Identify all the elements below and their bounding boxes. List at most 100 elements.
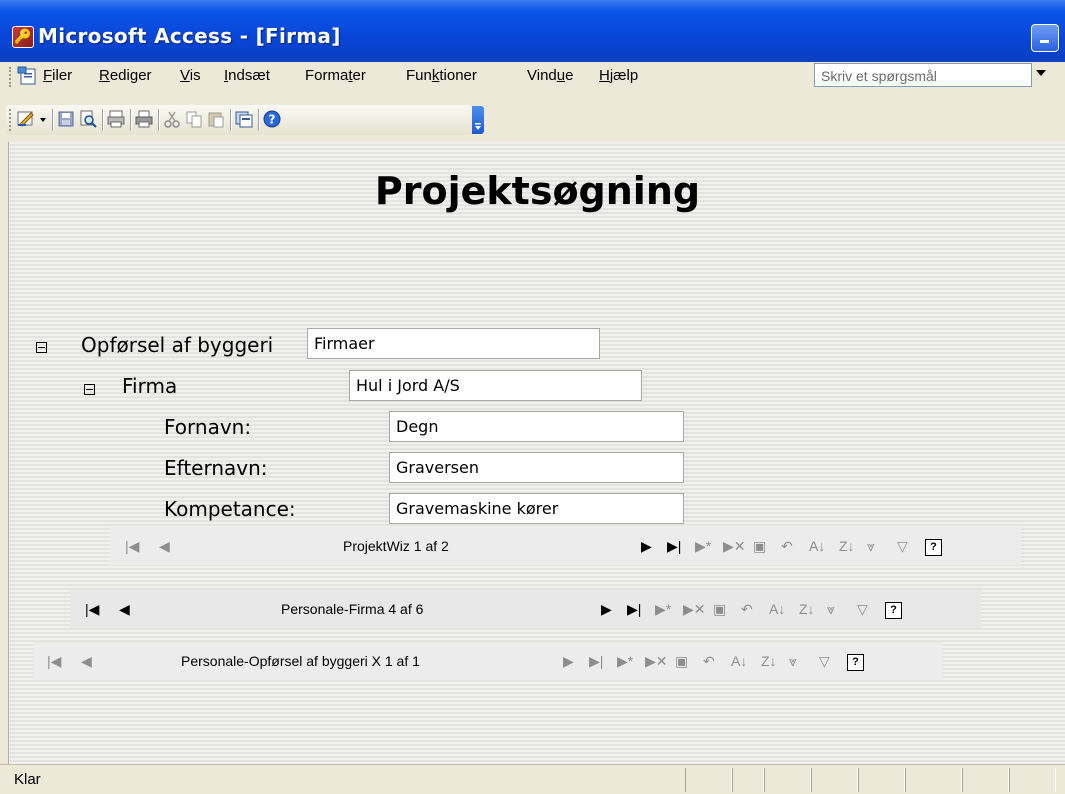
menu-vis[interactable]: Vis	[180, 67, 201, 84]
toolbar-grip[interactable]	[9, 109, 14, 131]
cut-icon[interactable]	[162, 109, 182, 129]
group-label: Opførsel af byggeri	[81, 333, 274, 357]
efternavn-label: Efternavn:	[164, 456, 268, 480]
toolbar-separator	[130, 109, 132, 131]
status-panel	[811, 768, 858, 792]
menu-formater[interactable]: Formater	[305, 67, 366, 84]
toolbar: ?	[0, 92, 490, 138]
sort-descending-icon[interactable]: Z↓	[761, 642, 777, 680]
help-box-icon[interactable]: ?	[925, 527, 942, 565]
status-panel	[1009, 768, 1056, 792]
new-record-icon[interactable]: ▶*	[617, 642, 633, 680]
search-icon[interactable]	[78, 109, 98, 129]
delete-record-icon[interactable]: ▶✕	[645, 642, 668, 680]
status-panel	[732, 768, 764, 792]
fornavn-field[interactable]: Degn	[389, 411, 684, 442]
svg-text:?: ?	[269, 113, 276, 127]
title-bar: 🔑 Microsoft Access - [Firma]	[0, 0, 1065, 62]
undo-icon[interactable]: ↶	[781, 527, 793, 565]
firm-value-field[interactable]: Hul i Jord A/S	[349, 370, 642, 401]
group-value-field[interactable]: Firmaer	[307, 328, 600, 359]
toolbar-options-button[interactable]	[472, 106, 484, 134]
sort-ascending-icon[interactable]: A↓	[769, 590, 785, 628]
new-record-icon[interactable]: ▶*	[655, 590, 671, 628]
chevron-down-icon[interactable]	[1036, 70, 1046, 76]
record-position-text: Personale-Firma 4 af 6	[281, 601, 424, 617]
window-title: Microsoft Access - [Firma]	[38, 24, 341, 48]
help-box-icon[interactable]: ?	[847, 642, 864, 680]
record-position-text: ProjektWiz 1 af 2	[343, 538, 449, 554]
menu-rediger[interactable]: Rediger	[99, 67, 152, 84]
new-record-icon[interactable]: ▶*	[695, 527, 711, 565]
undo-icon[interactable]: ↶	[741, 590, 753, 628]
last-record-icon[interactable]: ▶|	[589, 642, 603, 680]
efternavn-field[interactable]: Graversen	[389, 452, 684, 483]
kompetance-label: Kompetance:	[164, 497, 296, 521]
menu-indsaet[interactable]: Indsæt	[224, 67, 270, 84]
chevron-down-icon[interactable]	[38, 109, 48, 129]
last-record-icon[interactable]: ▶|	[627, 590, 641, 628]
filter-by-selection-icon[interactable]: ⩔	[789, 642, 797, 680]
print-icon[interactable]	[134, 109, 154, 129]
status-panel	[685, 768, 732, 792]
collapse-icon[interactable]	[36, 342, 47, 353]
menu-funktioner[interactable]: Funktioner	[406, 67, 477, 84]
status-bar: Klar	[0, 764, 1065, 794]
next-record-icon[interactable]: ▶	[563, 642, 574, 680]
toolbar-separator	[258, 109, 260, 131]
filter-icon[interactable]: ▽	[857, 590, 868, 628]
firm-label: Firma	[122, 374, 178, 398]
last-record-icon[interactable]: ▶|	[667, 527, 681, 565]
menu-filer[interactable]: Filer	[43, 67, 72, 84]
design-view-icon[interactable]	[16, 109, 36, 129]
grip-handle[interactable]	[9, 67, 14, 87]
access-key-icon[interactable]: 🔑	[12, 26, 34, 48]
help-icon[interactable]: ?	[262, 109, 282, 129]
filter-icon[interactable]: ▽	[819, 642, 830, 680]
next-record-icon[interactable]: ▶	[641, 527, 652, 565]
previous-record-icon[interactable]: ◀	[119, 590, 130, 628]
undo-icon[interactable]: ↶	[703, 642, 715, 680]
filter-icon[interactable]: ▽	[897, 527, 908, 565]
copy-icon[interactable]	[184, 109, 204, 129]
first-record-icon[interactable]: |◀	[47, 642, 61, 680]
status-panel	[764, 768, 811, 792]
minimize-button[interactable]	[1031, 24, 1059, 52]
ask-question-input[interactable]: Skriv et spørgsmål	[814, 63, 1032, 87]
menu-vindue[interactable]: Vindue	[527, 67, 573, 84]
toolbar-separator	[52, 109, 54, 131]
collapse-icon[interactable]	[84, 384, 95, 395]
delete-record-icon[interactable]: ▶✕	[683, 590, 706, 628]
sort-descending-icon[interactable]: Z↓	[839, 527, 855, 565]
status-panel	[962, 768, 1009, 792]
sort-ascending-icon[interactable]: A↓	[809, 527, 825, 565]
record-position-text: Personale-Opførsel af byggeri X 1 af 1	[181, 653, 420, 669]
fornavn-label: Fornavn:	[164, 415, 252, 439]
status-text: Klar	[14, 771, 41, 788]
kompetance-field[interactable]: Gravemaskine kører	[389, 493, 684, 524]
next-record-icon[interactable]: ▶	[601, 590, 612, 628]
sort-descending-icon[interactable]: Z↓	[799, 590, 815, 628]
first-record-icon[interactable]: |◀	[85, 590, 99, 628]
toolbar-separator	[230, 109, 232, 131]
toolbar-separator	[158, 109, 160, 131]
paste-icon[interactable]	[206, 109, 226, 129]
print-preview-icon[interactable]	[106, 109, 126, 129]
new-object-icon[interactable]	[234, 109, 254, 129]
document-icon[interactable]	[16, 66, 38, 86]
filter-by-selection-icon[interactable]: ⩔	[867, 527, 875, 565]
save-icon[interactable]	[56, 109, 76, 129]
help-box-icon[interactable]: ?	[885, 590, 902, 628]
save-record-icon[interactable]: ▣	[713, 590, 726, 628]
menu-hjaelp[interactable]: Hjælp	[599, 67, 638, 84]
sort-ascending-icon[interactable]: A↓	[731, 642, 747, 680]
first-record-icon[interactable]: |◀	[125, 527, 139, 565]
record-navigator-personale-opfoersel: |◀ ◀ Personale-Opførsel af byggeri X 1 a…	[33, 642, 943, 680]
delete-record-icon[interactable]: ▶✕	[723, 527, 746, 565]
previous-record-icon[interactable]: ◀	[159, 527, 170, 565]
save-record-icon[interactable]: ▣	[675, 642, 688, 680]
previous-record-icon[interactable]: ◀	[81, 642, 92, 680]
filter-by-selection-icon[interactable]: ⩔	[827, 590, 835, 628]
form-workspace: Projektsøgning Opførsel af byggeri Firma…	[8, 142, 1065, 764]
save-record-icon[interactable]: ▣	[753, 527, 766, 565]
